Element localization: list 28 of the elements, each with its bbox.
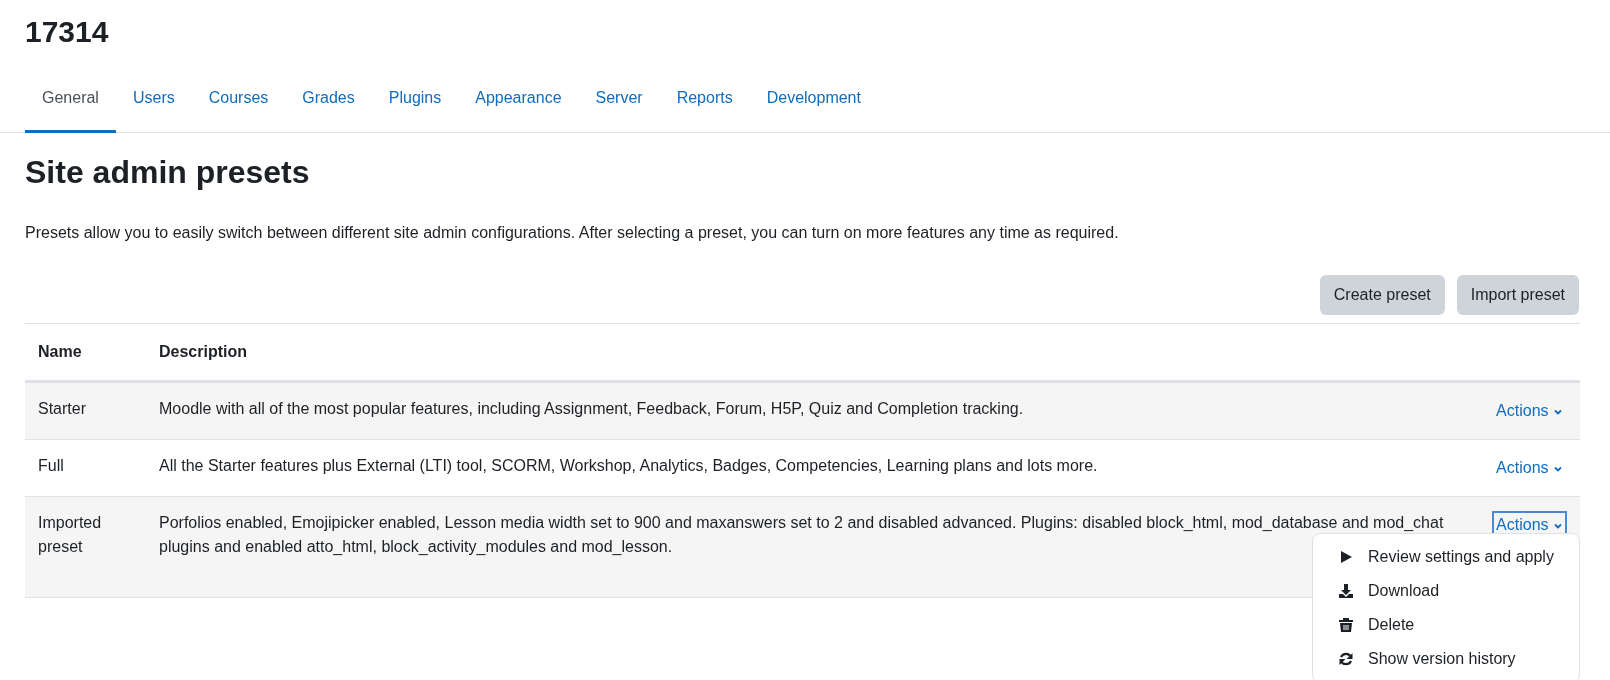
nav-tab[interactable]: Plugins (371, 72, 459, 133)
menu-item[interactable]: Review settings and apply (1313, 540, 1579, 575)
menu-item[interactable]: Delete (1313, 608, 1579, 643)
import-button[interactable]: Import preset (1456, 275, 1579, 316)
table-cell: All the Starter features plus External (LTI) tool, SCORM, Workshop, Analytics, Badges, Competencies, Learning plans and lots more. (146, 439, 1470, 497)
refresh-icon (1338, 651, 1354, 668)
nav-tab[interactable]: Server (578, 72, 660, 133)
nav-tab[interactable]: Grades (285, 72, 372, 133)
nav-tab[interactable]: Reports (659, 72, 750, 133)
actions-dropdown[interactable]: Actions (1492, 454, 1567, 483)
table-cell: Moodle with all of the most popular features, including Assignment, Feedback, Forum, H5P, Quiz and Completion tracking. (146, 381, 1470, 440)
table-cell: Full (25, 439, 146, 497)
table-cell: Imported preset (25, 496, 146, 598)
create-button[interactable]: Create preset (1319, 275, 1445, 316)
nav-tab[interactable]: General (25, 72, 116, 133)
menu-item[interactable]: Download (1313, 574, 1579, 609)
download-icon (1338, 583, 1354, 600)
nav-tab[interactable]: Users (115, 72, 192, 133)
play-icon (1338, 549, 1354, 566)
page-title: 17314 (25, 14, 110, 50)
page-heading: Site admin presets (25, 153, 311, 192)
intro-text: Presets allow you to easily switch between different site admin configurations. After selecting a preset, you can turn on more features any time as required. (25, 223, 1120, 244)
menu-item[interactable]: Show version history (1313, 642, 1579, 677)
trash-icon (1338, 617, 1354, 634)
table-cell: Starter (25, 381, 146, 440)
nav-tab[interactable]: Development (749, 72, 878, 133)
nav-tab[interactable]: Appearance (458, 72, 579, 133)
nav-tab[interactable]: Courses (191, 72, 286, 133)
